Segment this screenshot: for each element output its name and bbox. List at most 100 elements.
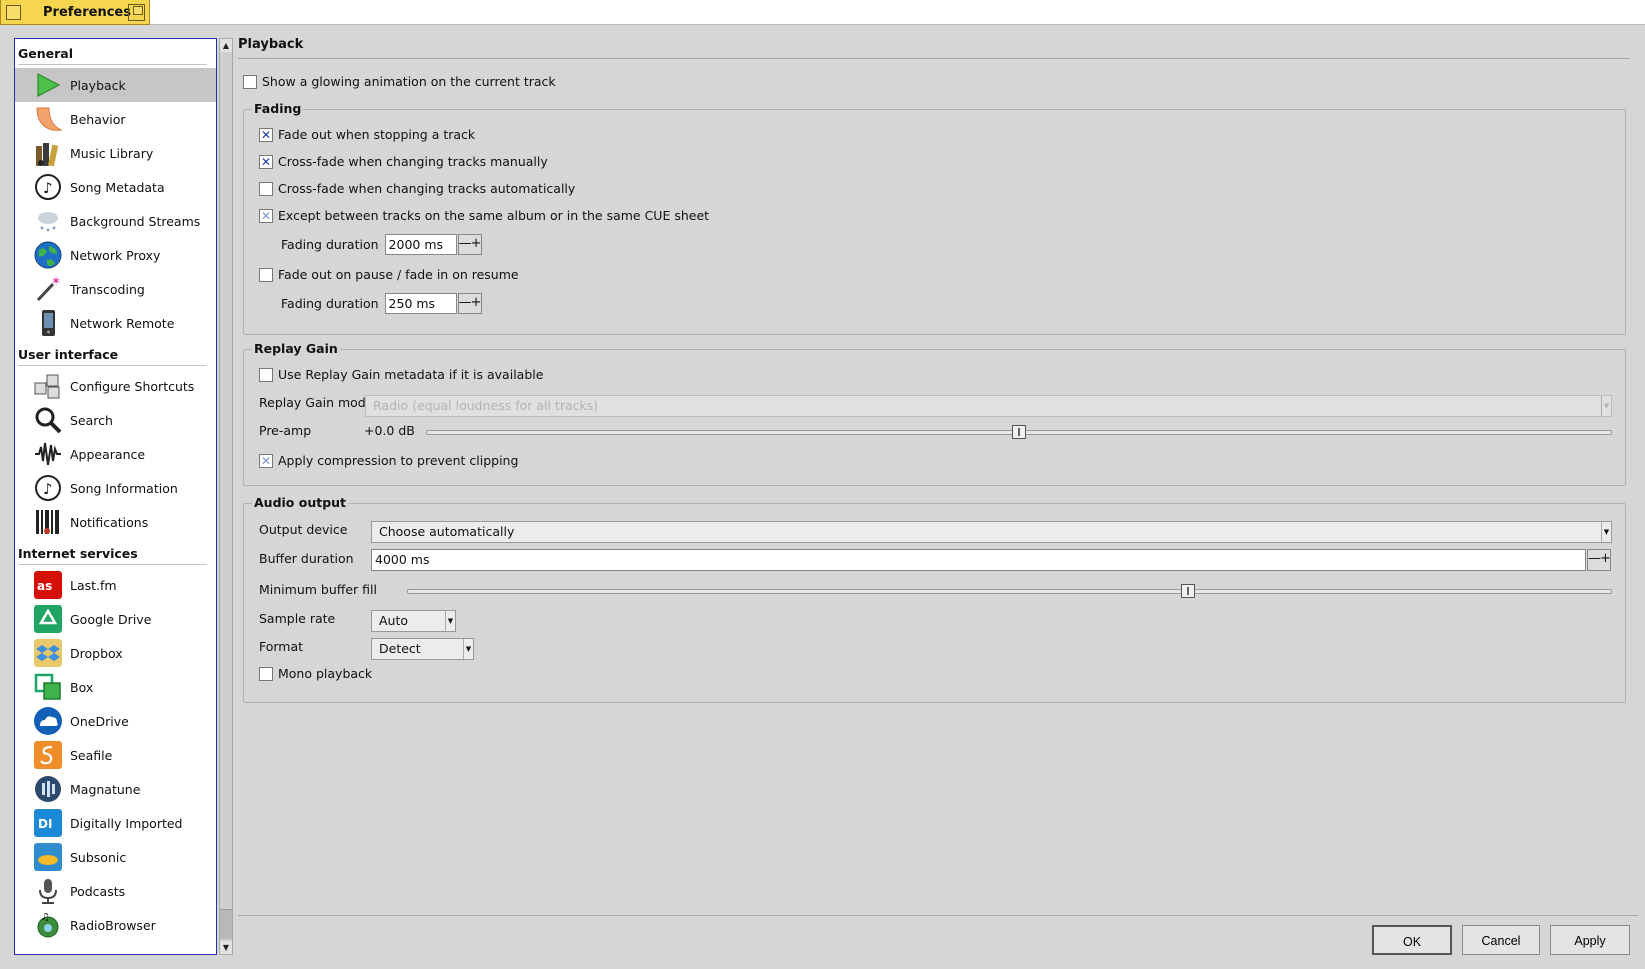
sidebar-item-song-information[interactable]: ♪ Song Information: [15, 471, 216, 505]
compression-checkbox[interactable]: [259, 453, 273, 468]
svg-text:♫: ♫: [41, 912, 50, 923]
replay-gain-group-title: Replay Gain: [252, 341, 340, 356]
sidebar-item-podcasts[interactable]: Podcasts: [15, 874, 216, 908]
spin-buttons-icon[interactable]: —+: [1587, 549, 1611, 571]
glow-checkbox[interactable]: [243, 74, 257, 89]
format-select[interactable]: Detect ▼: [371, 638, 474, 660]
replay-gain-metadata-checkbox[interactable]: [259, 367, 273, 382]
fade-pause-checkbox[interactable]: [259, 267, 273, 282]
replay-gain-mode-select[interactable]: Radio (equal loudness for all tracks) ▼: [365, 395, 1612, 417]
sidebar-item-label: Google Drive: [70, 611, 152, 627]
sample-rate-row: Sample rate: [259, 611, 335, 626]
fading-duration-spinbox[interactable]: 2000 ms —+: [384, 234, 482, 255]
except-album-option[interactable]: Except between tracks on the same album …: [259, 208, 709, 223]
sample-rate-select[interactable]: Auto ▼: [371, 610, 456, 632]
replay-gain-metadata-option[interactable]: Use Replay Gain metadata if it is availa…: [259, 367, 543, 382]
sidebar-item-network-proxy[interactable]: Network Proxy: [15, 238, 216, 272]
sidebar-item-dropbox[interactable]: Dropbox: [15, 636, 216, 670]
buffer-duration-value[interactable]: 4000 ms: [371, 549, 1586, 571]
crossfade-auto-option[interactable]: Cross-fade when changing tracks automati…: [259, 181, 575, 196]
sidebar-item-label: Behavior: [70, 111, 126, 127]
sidebar-item-google-drive[interactable]: Google Drive: [15, 602, 216, 636]
sidebar-item-appearance[interactable]: Appearance: [15, 437, 216, 471]
output-device-value: Choose automatically: [379, 524, 515, 539]
cancel-button[interactable]: Cancel: [1462, 925, 1540, 955]
background-streams-icon: [33, 206, 63, 236]
svg-text:♪: ♪: [43, 480, 53, 498]
spin-buttons-icon[interactable]: —+: [457, 293, 482, 314]
sidebar-item-digitally-imported[interactable]: DI Digitally Imported: [15, 806, 216, 840]
sidebar-item-magnatune[interactable]: Magnatune: [15, 772, 216, 806]
replay-gain-metadata-label: Use Replay Gain metadata if it is availa…: [278, 367, 544, 382]
sidebar-item-behavior[interactable]: Behavior: [15, 102, 216, 136]
sidebar-item-network-remote[interactable]: Network Remote: [15, 306, 216, 340]
sidebar-item-playback[interactable]: Playback: [15, 68, 216, 102]
chevron-down-icon: ▼: [1601, 522, 1611, 542]
sidebar-item-notifications[interactable]: Notifications: [15, 505, 216, 539]
min-buffer-fill-slider[interactable]: [407, 584, 1612, 598]
svg-text:♪: ♪: [43, 179, 53, 197]
spin-buttons-icon[interactable]: —+: [457, 234, 482, 255]
pause-fading-duration-value[interactable]: 250 ms: [384, 293, 457, 314]
format-row: Format: [259, 639, 303, 654]
scroll-down-icon[interactable]: ▼: [220, 941, 232, 954]
ok-button[interactable]: OK: [1372, 925, 1452, 955]
window-menu-icon[interactable]: [6, 4, 21, 20]
except-album-checkbox[interactable]: [259, 208, 273, 223]
sidebar-item-transcoding[interactable]: ✶ Transcoding: [15, 272, 216, 306]
compression-label: Apply compression to prevent clipping: [278, 453, 519, 468]
maximize-icon[interactable]: [128, 4, 145, 21]
preamp-slider[interactable]: [426, 425, 1612, 439]
sidebar-item-label: Configure Shortcuts: [70, 378, 195, 394]
pause-fading-duration-spinbox[interactable]: 250 ms —+: [384, 293, 482, 314]
crossfade-manual-option[interactable]: Cross-fade when changing tracks manually: [259, 154, 548, 169]
sidebar-scrollbar[interactable]: ▲ ▼: [219, 38, 233, 955]
fading-duration-value[interactable]: 2000 ms: [384, 234, 457, 255]
fade-out-stop-option[interactable]: Fade out when stopping a track: [259, 127, 475, 142]
scroll-up-icon[interactable]: ▲: [220, 39, 232, 52]
mono-playback-option[interactable]: Mono playback: [259, 666, 372, 681]
mono-playback-checkbox[interactable]: [259, 666, 273, 681]
sidebar-item-search[interactable]: Search: [15, 403, 216, 437]
crossfade-manual-checkbox[interactable]: [259, 154, 273, 169]
sidebar-item-onedrive[interactable]: OneDrive: [15, 704, 216, 738]
buffer-duration-row: Buffer duration: [259, 551, 354, 566]
window-tab[interactable]: Preferences: [0, 0, 150, 25]
sidebar-item-song-metadata[interactable]: ♪ Song Metadata: [15, 170, 216, 204]
fade-pause-option[interactable]: Fade out on pause / fade in on resume: [259, 267, 519, 282]
playback-settings-panel: Playback Show a glowing animation on the…: [238, 30, 1638, 916]
fading-group-title: Fading: [252, 101, 304, 116]
scrollbar-thumb[interactable]: [220, 909, 232, 939]
sidebar-item-configure-shortcuts[interactable]: Configure Shortcuts: [15, 369, 216, 403]
preamp-slider-handle[interactable]: [1012, 425, 1026, 439]
output-device-select[interactable]: Choose automatically ▼: [371, 521, 1612, 543]
fade-out-stop-label: Fade out when stopping a track: [278, 127, 476, 142]
sample-rate-value: Auto: [379, 613, 409, 628]
compression-option[interactable]: Apply compression to prevent clipping: [259, 453, 518, 468]
buffer-duration-spinbox[interactable]: 4000 ms —+: [371, 549, 1611, 571]
sidebar-item-label: Song Information: [70, 480, 178, 496]
shortcuts-icon: [33, 371, 63, 401]
buffer-duration-label: Buffer duration: [259, 551, 354, 566]
google-drive-icon: [33, 604, 63, 634]
sidebar-item-lastfm[interactable]: as Last.fm: [15, 568, 216, 602]
network-remote-icon: [33, 308, 63, 338]
replay-gain-mode-label: Replay Gain mode: [259, 395, 374, 410]
sidebar-item-box[interactable]: Box: [15, 670, 216, 704]
fade-out-stop-checkbox[interactable]: [259, 127, 273, 142]
sidebar-item-background-streams[interactable]: Background Streams: [15, 204, 216, 238]
digitally-imported-icon: DI: [33, 808, 63, 838]
sidebar-item-radiobrowser[interactable]: ♫ RadioBrowser: [15, 908, 216, 942]
sidebar-item-label: Search: [70, 412, 113, 428]
pause-fading-duration-label: Fading duration: [281, 296, 379, 311]
crossfade-auto-label: Cross-fade when changing tracks automati…: [278, 181, 576, 196]
crossfade-auto-checkbox[interactable]: [259, 181, 273, 196]
glow-option[interactable]: Show a glowing animation on the current …: [243, 74, 556, 89]
sidebar-item-subsonic[interactable]: Subsonic: [15, 840, 216, 874]
sidebar-item-music-library[interactable]: Music Library: [15, 136, 216, 170]
chevron-down-icon: ▼: [1601, 396, 1611, 416]
min-buffer-fill-slider-handle[interactable]: [1181, 584, 1195, 598]
button-divider: [238, 915, 1638, 916]
apply-button[interactable]: Apply: [1550, 925, 1630, 955]
sidebar-item-seafile[interactable]: Seafile: [15, 738, 216, 772]
